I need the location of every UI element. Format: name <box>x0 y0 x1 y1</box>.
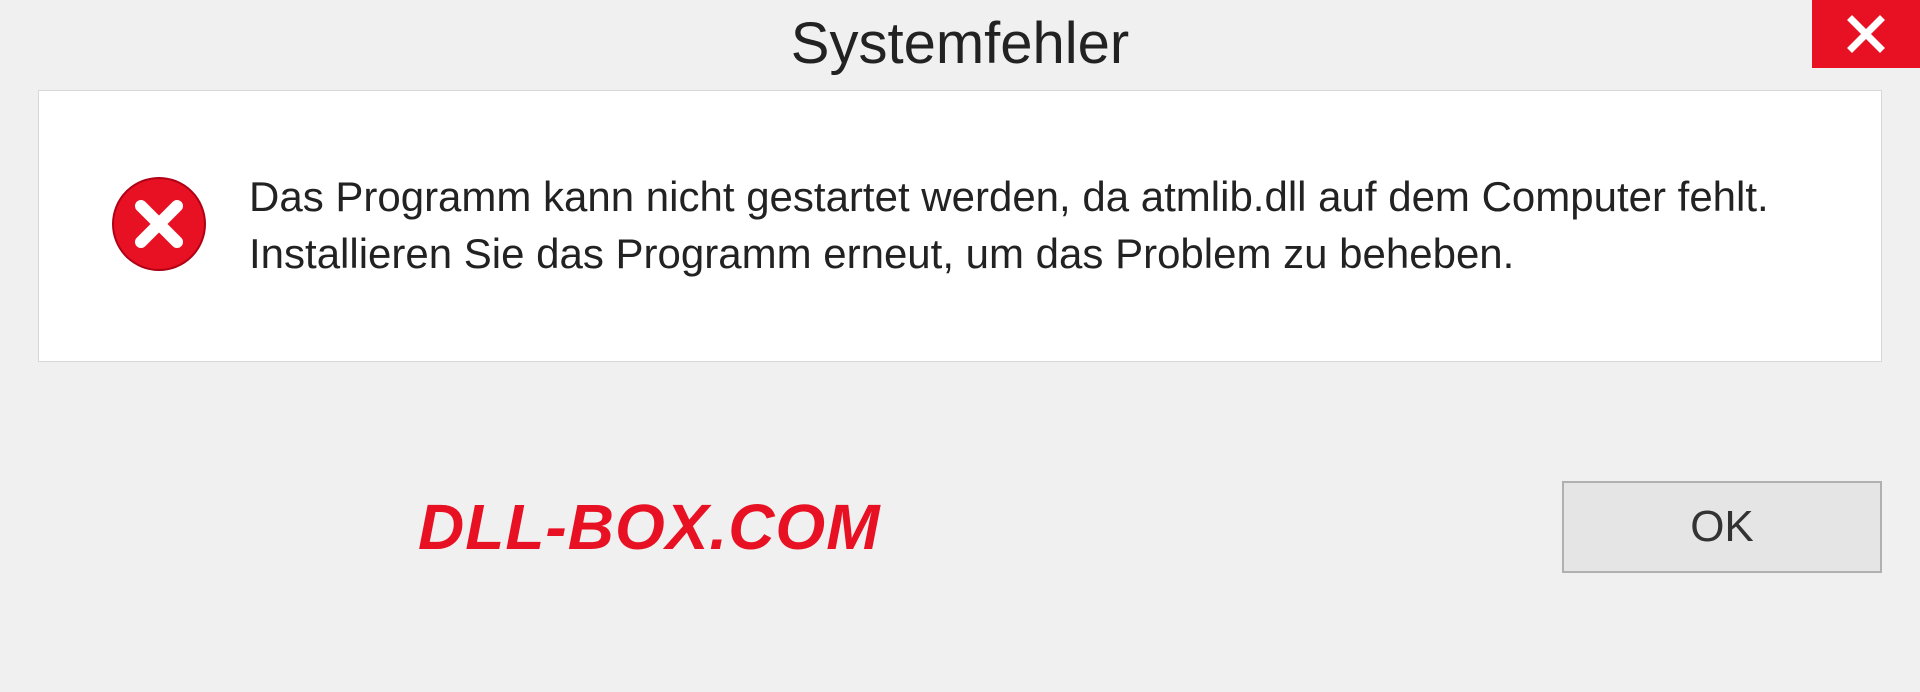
dialog-footer: DLL-BOX.COM OK <box>0 362 1920 692</box>
titlebar: Systemfehler <box>0 0 1920 90</box>
error-dialog: Systemfehler Das Programm kann nicht ges… <box>0 0 1920 692</box>
error-message: Das Programm kann nicht gestartet werden… <box>249 169 1811 282</box>
error-icon <box>109 174 209 279</box>
watermark-text: DLL-BOX.COM <box>418 490 881 564</box>
content-area: Das Programm kann nicht gestartet werden… <box>38 90 1882 362</box>
close-button[interactable] <box>1812 0 1920 68</box>
dialog-title: Systemfehler <box>791 10 1129 77</box>
ok-button[interactable]: OK <box>1562 481 1882 573</box>
close-icon <box>1845 13 1887 55</box>
